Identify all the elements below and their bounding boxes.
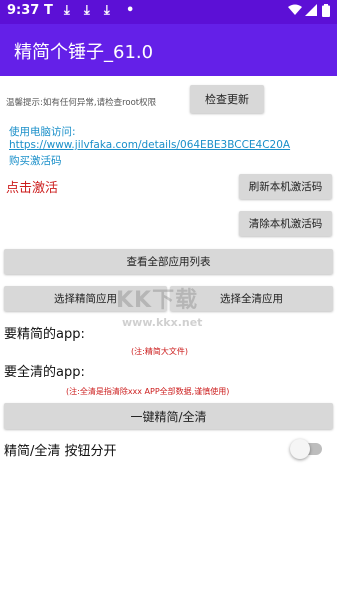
download-icon: ⤓ [64, 3, 70, 18]
download-icon: ⤓ [104, 3, 110, 18]
click-activate-link[interactable]: 点击激活 [6, 177, 58, 196]
one-click-slim-clear-button[interactable]: 一键精简/全清 [4, 403, 333, 429]
clear-apps-label: 要全清的app: [4, 365, 85, 380]
view-all-apps-button[interactable]: 查看全部应用列表 [4, 249, 333, 274]
split-buttons-label: 精简/全清 按钮分开 [4, 444, 117, 459]
buy-activation-code-link[interactable]: 购买激活码 [9, 153, 62, 168]
app-bar: 精简个锤子_61.0 [0, 24, 337, 76]
split-buttons-toggle-thumb[interactable] [290, 439, 310, 459]
check-update-button[interactable]: 检查更新 [190, 85, 264, 113]
status-time: 9:37 [7, 3, 40, 18]
app-title: 精简个锤子_61.0 [14, 42, 154, 63]
slim-apps-label: 要精简的app: [4, 327, 85, 342]
wifi-icon [288, 4, 302, 15]
notification-t-icon: T [44, 3, 53, 18]
download-icon: ⤓ [84, 3, 90, 18]
status-bar: 9:37 T ⤓ ⤓ ⤓ • [0, 0, 337, 24]
refresh-activation-code-button[interactable]: 刷新本机激活码 [239, 174, 332, 199]
computer-access-label: 使用电脑访问: [9, 126, 76, 138]
root-tip: 温馨提示:如有任何异常,请检查root权限 [6, 98, 157, 108]
clear-activation-code-button[interactable]: 清除本机激活码 [239, 211, 332, 236]
clear-note: (注:全清是指清除xxx APP全部数据,谨慎使用) [66, 387, 230, 396]
kk-watermark-logo: KK下载 [116, 288, 199, 313]
battery-icon [322, 4, 330, 17]
computer-access-url[interactable]: https://www.jilvfaka.com/details/064EBE3… [9, 139, 290, 151]
signal-icon [305, 4, 317, 16]
slim-note: (注:精简大文件) [131, 347, 188, 356]
notification-dot-icon: • [126, 3, 135, 18]
kk-watermark-url: www.kkx.net [122, 316, 203, 329]
